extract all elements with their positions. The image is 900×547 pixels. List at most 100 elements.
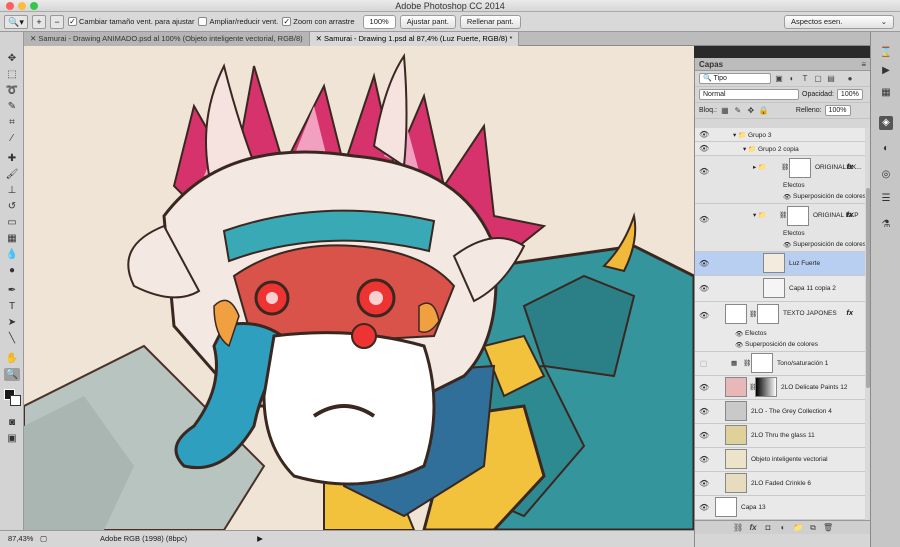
workspace-dropdown[interactable]: Aspectos esen. ⌄: [784, 14, 894, 29]
layer-original-bk-1[interactable]: 👁 ▸ 📁 ⛓ ORIGINAL BK... fx Efectos 👁 Supe…: [695, 156, 866, 204]
new-group-icon[interactable]: 📁: [793, 523, 803, 533]
layer-capa-11-copia-2[interactable]: 👁 Capa 11 copia 2: [695, 276, 865, 302]
fx-icon[interactable]: fx: [846, 162, 853, 171]
tab-document-2[interactable]: ✕ Samurai - Drawing 1.psd al 87,4% (Luz …: [309, 32, 520, 46]
layer-2lo-delicate-paints-12[interactable]: 👁 ⛓ 2LO Delicate Paints 12: [695, 376, 865, 400]
zoom-tool-preset[interactable]: 🔍▾: [4, 14, 28, 29]
filter-type-dropdown[interactable]: 🔍 Tipo: [699, 73, 771, 84]
dodge-tool-icon[interactable]: ●: [4, 264, 20, 277]
move-tool-icon[interactable]: ✥: [4, 52, 20, 65]
close-tab-icon[interactable]: ✕: [316, 34, 324, 43]
collapse-arrow-icon[interactable]: ▾ 📁: [753, 211, 766, 219]
gradient-tool-icon[interactable]: ▦: [4, 232, 20, 245]
document-canvas[interactable]: [24, 46, 694, 530]
effect-eye-icon[interactable]: 👁: [735, 330, 743, 338]
eraser-tool-icon[interactable]: ▭: [4, 216, 20, 229]
hand-tool-icon[interactable]: ✋: [4, 352, 20, 365]
layers-panel-tab[interactable]: Capas ≡: [695, 58, 870, 71]
layer-tono-saturacion-1[interactable]: ▢ ▦ ⛓ Tono/saturación 1: [695, 352, 865, 376]
close-window-button[interactable]: [6, 2, 14, 10]
visibility-eye-icon[interactable]: 👁: [699, 431, 709, 440]
zoom-tool-icon[interactable]: 🔍: [4, 368, 20, 381]
visibility-eye-icon[interactable]: 👁: [699, 130, 709, 139]
new-layer-icon[interactable]: ⧉: [808, 523, 818, 533]
minimize-window-button[interactable]: [18, 2, 26, 10]
visibility-eye-icon[interactable]: 👁: [699, 284, 709, 293]
layer-capa-13[interactable]: 👁 Capa 13: [695, 496, 865, 520]
link-layers-icon[interactable]: ⛓: [733, 523, 743, 533]
fill-field[interactable]: 100%: [824, 105, 851, 116]
fx-icon[interactable]: fx: [846, 308, 853, 317]
zoom-value-field[interactable]: 100%: [362, 14, 396, 29]
lock-pixels-icon[interactable]: ✎: [733, 106, 743, 116]
libraries-icon[interactable]: ◎: [879, 168, 893, 182]
opacity-field[interactable]: 100%: [836, 89, 863, 100]
status-zoom[interactable]: 87,43%: [0, 531, 40, 547]
new-adjustment-icon[interactable]: ◐: [778, 523, 788, 533]
fit-window-option[interactable]: ✓ Cambiar tamaño vent. para ajustar: [68, 17, 194, 26]
quick-mask-icon[interactable]: ◙: [4, 416, 20, 429]
tab-document-1[interactable]: ✕ Samurai - Drawing ANIMADO.psd al 100% …: [24, 32, 310, 46]
layer-2lo-faded-crinkle-6[interactable]: 👁 2LO Faded Crinkle 6: [695, 472, 865, 496]
lock-all-icon[interactable]: 🔒: [759, 106, 769, 116]
filter-shape-icon[interactable]: ▢: [813, 74, 823, 84]
layer-luz-fuerte[interactable]: 👁 Luz Fuerte: [695, 252, 865, 276]
visibility-eye-icon[interactable]: 👁: [699, 216, 709, 224]
filter-adjustment-icon[interactable]: ◐: [787, 74, 797, 84]
visibility-eye-icon[interactable]: 👁: [699, 144, 709, 153]
add-layer-style-icon[interactable]: fx: [748, 523, 758, 533]
visibility-eye-icon[interactable]: 👁: [699, 168, 709, 176]
crop-tool-icon[interactable]: ⌗: [4, 116, 20, 129]
screen-mode-icon[interactable]: ▣: [4, 432, 20, 445]
zoom-out-icon[interactable]: −: [50, 14, 64, 29]
visibility-off-box[interactable]: ▢: [699, 359, 708, 368]
layer-2lo-thru-the-glass-11[interactable]: 👁 2LO Thru the glass 11: [695, 424, 865, 448]
path-selection-tool-icon[interactable]: ➤: [4, 316, 20, 329]
status-arrow-icon[interactable]: ▶: [257, 531, 263, 547]
scrubby-zoom-checkbox[interactable]: ✓: [282, 17, 292, 26]
layer-original-bkp[interactable]: 👁 ▾ 📁 ⛓ ORIGINAL BKP fx Efectos 👁 Superp…: [695, 204, 866, 252]
fit-screen-button[interactable]: Ajustar pant.: [399, 14, 456, 29]
brush-tool-icon[interactable]: 🖌: [4, 168, 20, 181]
fit-window-checkbox[interactable]: ✓: [68, 17, 77, 26]
visibility-eye-icon[interactable]: 👁: [699, 407, 709, 416]
quick-selection-tool-icon[interactable]: ✎: [4, 100, 20, 113]
layer-texto-japones[interactable]: 👁 ⛓ TEXTO JAPONES fx 👁 Efectos 👁 Superpo…: [695, 302, 865, 352]
pen-tool-icon[interactable]: ✒: [4, 284, 20, 297]
type-tool-icon[interactable]: T: [4, 300, 20, 313]
lock-position-icon[interactable]: ✥: [746, 106, 756, 116]
zoom-all-checkbox[interactable]: [198, 17, 208, 26]
add-mask-icon[interactable]: ◘: [763, 523, 773, 533]
lock-transparency-icon[interactable]: ▦: [720, 106, 730, 116]
visibility-eye-icon[interactable]: 👁: [699, 455, 709, 464]
filter-pixel-icon[interactable]: ▣: [774, 74, 784, 84]
scrubby-zoom-option[interactable]: ✓ Zoom con arrastre: [282, 17, 355, 26]
fx-icon[interactable]: fx: [846, 210, 853, 219]
visibility-eye-icon[interactable]: 👁: [699, 503, 709, 512]
healing-brush-tool-icon[interactable]: ✚: [4, 152, 20, 165]
filter-type-icon[interactable]: T: [800, 74, 810, 84]
actions-icon[interactable]: ▶: [879, 64, 893, 78]
visibility-eye-icon[interactable]: 👁: [699, 259, 709, 268]
effect-eye-icon[interactable]: 👁: [783, 241, 791, 249]
layer-objeto-inteligente-vectorial[interactable]: 👁 Objeto inteligente vectorial: [695, 448, 865, 472]
swatches-icon[interactable]: ▦: [879, 86, 893, 100]
effect-eye-icon[interactable]: 👁: [783, 193, 791, 201]
zoom-window-button[interactable]: [30, 2, 38, 10]
eyedropper-tool-icon[interactable]: ⁄: [4, 132, 20, 145]
background-color-swatch[interactable]: [10, 395, 21, 406]
layer-2lo-grey-collection-4[interactable]: 👁 2LO - The Grey Collection 4: [695, 400, 865, 424]
visibility-eye-icon[interactable]: 👁: [699, 312, 709, 320]
visibility-eye-icon[interactable]: 👁: [699, 383, 709, 392]
effect-eye-icon[interactable]: 👁: [735, 341, 743, 349]
fill-screen-button[interactable]: Rellenar pant.: [459, 14, 521, 29]
history-brush-tool-icon[interactable]: ↺: [4, 200, 20, 213]
delete-layer-icon[interactable]: 🗑: [823, 523, 833, 533]
layer-group-2-copia[interactable]: 👁 ▾ 📁 Grupo 2 copia: [695, 142, 865, 156]
marquee-tool-icon[interactable]: ⬚: [4, 68, 20, 81]
panel-menu-icon[interactable]: ≡: [861, 58, 870, 71]
zoom-all-option[interactable]: Ampliar/reducir vent.: [198, 17, 278, 26]
visibility-eye-icon[interactable]: 👁: [699, 479, 709, 488]
filter-smart-object-icon[interactable]: ▤: [826, 74, 836, 84]
paths-icon[interactable]: ⚗: [879, 218, 893, 232]
